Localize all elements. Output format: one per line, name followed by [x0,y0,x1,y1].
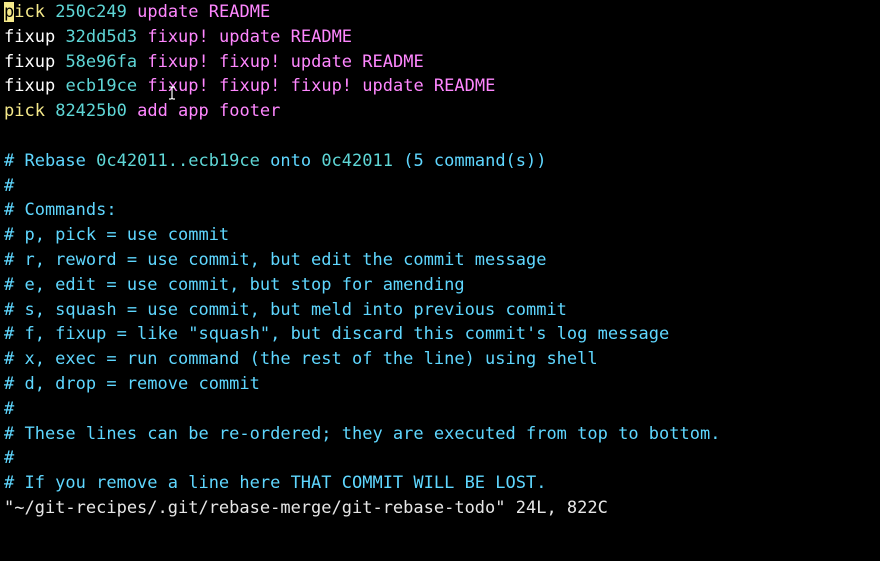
comment-line[interactable]: # x, exec = run command (the rest of the… [4,347,876,372]
comment-line[interactable]: # If you remove a line here THAT COMMIT … [4,471,876,496]
todo-command: fixup [4,26,56,47]
todo-command: pick [4,101,45,122]
commit-message: fixup! fixup! fixup! update README [147,76,496,97]
comment-line[interactable]: # s, squash = use commit, but meld into … [4,298,876,323]
rebase-header-prefix: # Rebase [4,150,97,171]
commit-message: fixup! fixup! update README [147,51,424,72]
text-cursor: p [4,2,15,22]
i-beam-cursor-icon [169,86,175,100]
todo-line[interactable]: fixup 32dd5d3 fixup! update README [4,25,876,50]
todo-command: fixup [4,76,56,97]
commit-hash: 250c249 [55,2,127,22]
rebase-range: 0c42011..ecb19ce [96,150,260,171]
vim-editor[interactable]: pick 250c249 update README fixup 32dd5d3… [4,0,876,521]
blank-line[interactable] [4,124,876,149]
comment-line[interactable]: # p, pick = use commit [4,223,876,248]
commit-message: add app footer [137,101,281,122]
todo-line[interactable]: pick 82425b0 add app footer [4,99,876,124]
rebase-header-middle: onto [259,150,322,171]
rebase-header-comment[interactable]: # Rebase 0c42011..ecb19ce onto 0c42011 (… [4,149,876,174]
comment-line[interactable]: # r, reword = use commit, but edit the c… [4,248,876,273]
todo-command: fixup [4,51,56,72]
comment-line[interactable]: # [4,446,876,471]
todo-line[interactable]: pick 250c249 update README [4,0,876,25]
rebase-header-suffix: (5 command(s)) [392,150,547,171]
vim-status-line: "~/git-recipes/.git/rebase-merge/git-reb… [4,497,608,518]
rebase-onto-hash: 0c42011 [321,150,393,171]
comment-line[interactable]: # [4,397,876,422]
todo-line[interactable]: fixup ecb19ce fixup! fixup! fixup! updat… [4,74,876,99]
comment-line[interactable]: # Commands: [4,198,876,223]
todo-line[interactable]: fixup 58e96fa fixup! fixup! update READM… [4,50,876,75]
comment-line[interactable]: # f, fixup = like "squash", but discard … [4,322,876,347]
comment-line[interactable]: # These lines can be re-ordered; they ar… [4,422,876,447]
comment-line[interactable]: # d, drop = remove commit [4,372,876,397]
commit-hash: ecb19ce [65,76,138,97]
commit-hash: 58e96fa [65,51,138,72]
commit-message: fixup! update README [147,26,353,47]
commit-hash: 32dd5d3 [65,26,138,47]
comment-line[interactable]: # [4,174,876,199]
comment-line[interactable]: # e, edit = use commit, but stop for ame… [4,273,876,298]
terminal-window: { "todo": [ {"cursor": "p", "command_res… [0,0,880,561]
commit-message: update README [137,2,271,22]
commit-hash: 82425b0 [55,101,127,122]
todo-command: ick [14,2,45,22]
